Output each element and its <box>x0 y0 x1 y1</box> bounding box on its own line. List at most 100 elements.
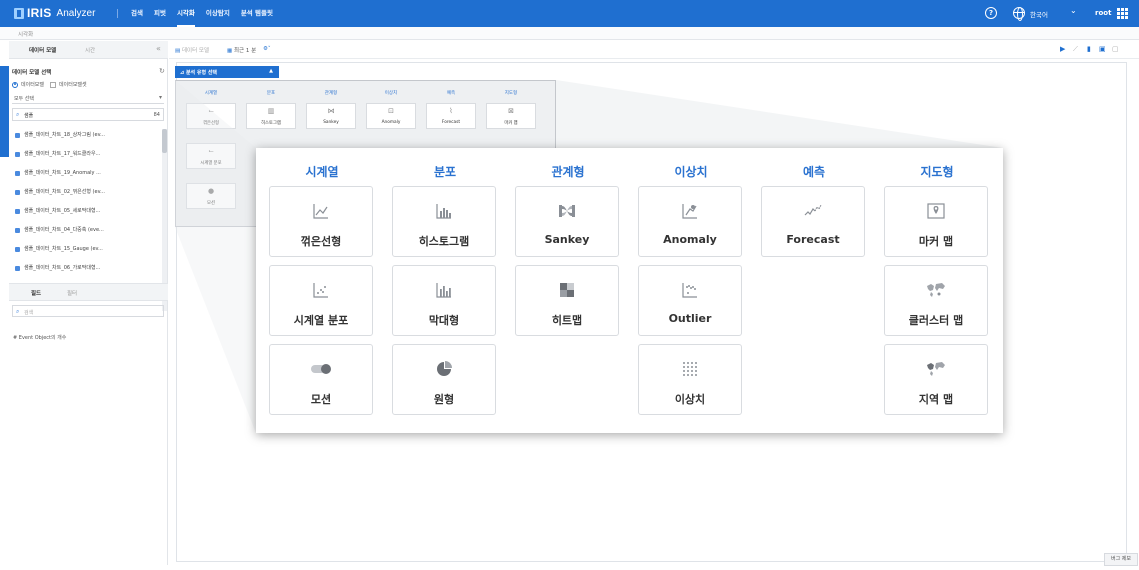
card-forecast[interactable]: Forecast <box>761 186 865 257</box>
card-motion[interactable]: 모션 <box>269 344 373 415</box>
breadcrumb-bar: 시각화 <box>0 27 1139 40</box>
gear-icon[interactable]: ⚙˅ <box>263 46 271 52</box>
save-icon[interactable]: ▣ <box>1099 45 1106 53</box>
mini-card-label: Sankey <box>323 120 339 125</box>
model-type-options: 데이터모델 데이터모델셋 <box>12 81 87 88</box>
list-item[interactable]: 샘플_데이터_차트_17_워드클라우... <box>12 148 160 167</box>
tab-data-model[interactable]: 데이터 모델 <box>29 46 56 54</box>
model-icon <box>15 171 20 176</box>
chevron-down-icon[interactable]: ⌄ <box>1070 6 1077 15</box>
list-item[interactable]: 샘플_데이터_차트_02_꺾은선형 (ev... <box>12 186 160 205</box>
calendar-icon: ▦ <box>227 48 233 54</box>
heatmap-icon <box>516 280 618 300</box>
nav-visualization[interactable]: 시각화 <box>176 0 195 27</box>
tab-fields[interactable]: 필드 <box>31 289 41 297</box>
checkbox-label: 데이터모델셋 <box>59 82 87 88</box>
field-label: Event Object의 개수 <box>18 335 67 341</box>
app-logo[interactable]: IRIS Analyzer <box>14 6 95 20</box>
model-label: 샘플_데이터_차트_15_Gauge (ev... <box>24 246 103 252</box>
model-label: 샘플_데이터_차트_18_상자그림 (ev... <box>24 132 105 138</box>
card-sankey[interactable]: Sankey <box>515 186 619 257</box>
mini-header: 관계형 <box>324 91 338 96</box>
mini-card[interactable]: ⋈ Sankey <box>306 103 356 129</box>
mini-card[interactable]: ▥ 히스토그램 <box>246 103 296 129</box>
chart-type-select[interactable]: ⊿ 분석 유형 선택 ▲ <box>175 66 279 78</box>
card-pie-chart[interactable]: 원형 <box>392 344 496 415</box>
user-menu[interactable]: root <box>1095 9 1111 17</box>
timeseries-scatter-icon <box>270 280 372 300</box>
mini-header: 시계열 <box>204 91 218 96</box>
apps-grid-icon[interactable] <box>1117 8 1128 19</box>
card-heatmap[interactable]: 히트맵 <box>515 265 619 336</box>
radio-data-model[interactable] <box>12 81 18 88</box>
anomaly-icon <box>639 201 741 221</box>
time-range-button[interactable]: ▦ 최근 1 분 <box>227 46 256 54</box>
chart-select-label: 분석 유형 선택 <box>185 70 218 76</box>
mini-card-label: 히스토그램 <box>261 121 281 126</box>
mini-card[interactable]: ⌙ 꺾은선형 <box>186 103 236 129</box>
mini-card-label: 모션 <box>207 201 215 206</box>
list-item[interactable]: 샘플_데이터_차트_15_Gauge (ev... <box>12 243 160 262</box>
card-outlier[interactable]: Outlier <box>638 265 742 336</box>
bookmark-icon[interactable]: ▮ <box>1087 45 1091 53</box>
model-label: 샘플_데이터_차트_05_세로막대형... <box>24 208 101 214</box>
nav-pivot[interactable]: 피벗 <box>154 0 166 27</box>
field-item[interactable]: # Event Object의 개수 <box>13 334 66 341</box>
forecast-icon: ⌇ <box>449 107 453 115</box>
list-item[interactable]: 샘플_데이터_차트_18_상자그림 (ev... <box>12 129 160 148</box>
nav-search[interactable]: 검색 <box>131 0 143 27</box>
mini-card[interactable]: ⊡ Anomaly <box>366 103 416 129</box>
tab-filters[interactable]: 필터 <box>67 289 77 297</box>
card-anomaly[interactable]: Anomaly <box>638 186 742 257</box>
line-chart-icon <box>270 201 372 221</box>
caret-up-icon: ▲ <box>269 68 273 74</box>
model-label: 샘플_데이터_차트_19_Anomaly ... <box>24 170 101 176</box>
nav-templates[interactable]: 분석 템플릿 <box>241 0 273 27</box>
card-timeseries-scatter[interactable]: 시계열 분포 <box>269 265 373 336</box>
card-region-map[interactable]: 지역 맵 <box>884 344 988 415</box>
data-model-button[interactable]: ▤ 데이터 모델 <box>175 46 209 54</box>
card-label: 원형 <box>433 393 455 406</box>
mini-card[interactable]: ⌇ Forecast <box>426 103 476 129</box>
card-cluster-map[interactable]: 클러스터 맵 <box>884 265 988 336</box>
chart-line-icon[interactable]: ⟋ <box>1073 45 1078 54</box>
scrollbar-thumb[interactable] <box>162 129 167 153</box>
card-bar-chart[interactable]: 막대형 <box>392 265 496 336</box>
model-search-input[interactable]: ⌕ 샘플 84 <box>12 108 164 121</box>
bug-report-button[interactable]: 버그 제보 <box>1104 553 1138 566</box>
motion-icon <box>270 359 372 379</box>
export-icon[interactable]: ▢ <box>1112 45 1119 53</box>
card-outlier-matrix[interactable]: 이상치 <box>638 344 742 415</box>
model-icon <box>15 228 20 233</box>
mini-card[interactable]: ⌙ 시계열 분포 <box>186 143 236 169</box>
collapse-icon[interactable]: « <box>156 44 161 53</box>
field-search-input[interactable]: ⌕ 검색 <box>12 305 164 317</box>
checkbox-model-set[interactable] <box>50 81 57 88</box>
list-item[interactable]: 샘플_데이터_차트_05_세로막대형... <box>12 205 160 224</box>
card-line-chart[interactable]: 꺾은선형 <box>269 186 373 257</box>
card-histogram[interactable]: 히스토그램 <box>392 186 496 257</box>
dot-matrix-icon <box>639 359 741 379</box>
nav-anomaly[interactable]: 이상탐지 <box>206 0 230 27</box>
card-label: 히스토그램 <box>418 235 470 248</box>
mini-card[interactable]: ● 모션 <box>186 183 236 209</box>
model-label: 샘플_데이터_차트_02_꺾은선형 (ev... <box>24 189 105 195</box>
forecast-icon <box>762 201 864 221</box>
card-marker-map[interactable]: 마커 맵 <box>884 186 988 257</box>
mini-header: 예측 <box>446 91 456 96</box>
list-item[interactable]: 샘플_데이터_차트_04_다중축 (eve... <box>12 224 160 243</box>
refresh-icon[interactable]: ↻ <box>159 67 165 75</box>
list-item[interactable]: 샘플_데이터_차트_06_가로막대형... <box>12 262 160 281</box>
help-icon[interactable]: ? <box>985 7 997 19</box>
search-icon: ⌕ <box>16 111 20 118</box>
run-icon[interactable]: ▶ <box>1060 45 1065 53</box>
globe-icon[interactable] <box>1013 7 1025 21</box>
chevron-down-icon: ▾ <box>158 94 162 101</box>
main-nav: 검색 피벗 시각화 이상탐지 분석 템플릿 <box>131 0 284 27</box>
list-item[interactable]: 샘플_데이터_차트_19_Anomaly ... <box>12 167 160 186</box>
model-select[interactable]: 모두 선택 ▾ <box>12 93 164 104</box>
tab-time[interactable]: 시간 <box>85 46 95 54</box>
language-selector[interactable]: 한국어 <box>1030 9 1048 19</box>
mini-card-label: Forecast <box>441 120 461 125</box>
mini-card[interactable]: ⊠ 마커 맵 <box>486 103 536 129</box>
